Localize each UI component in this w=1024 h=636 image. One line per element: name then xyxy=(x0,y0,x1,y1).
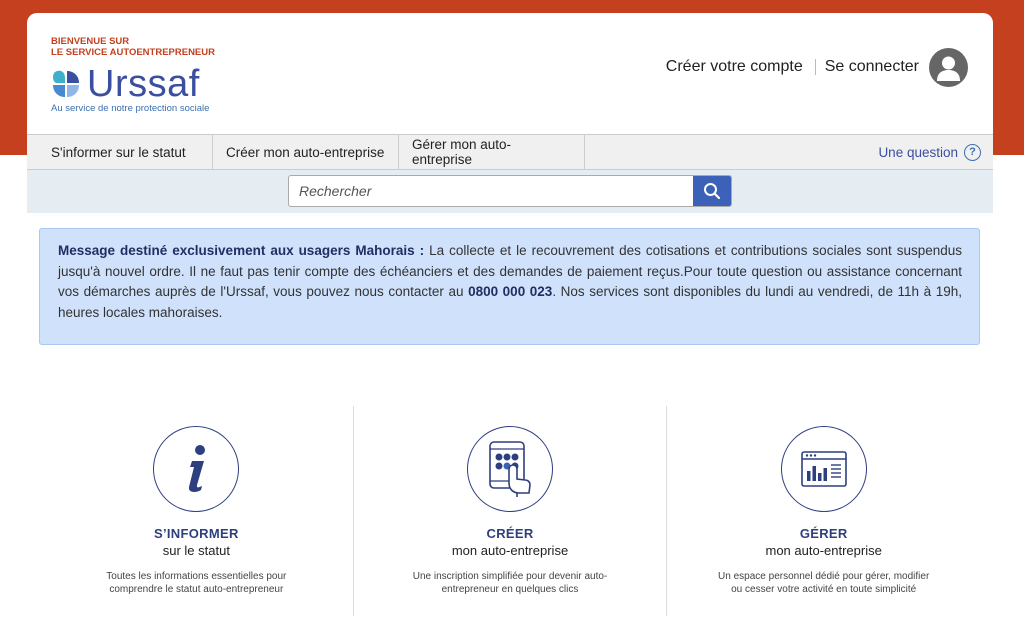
feature-section: S’INFORMER sur le statut Toutes les info… xyxy=(40,406,980,616)
header-card: BIENVENUE SUR LE SERVICE AUTOENTREPRENEU… xyxy=(27,13,993,213)
feature-description: Un espace personnel dédié pour gérer, mo… xyxy=(718,571,930,595)
feature-gerer[interactable]: GÉRER mon auto-entreprise Un espace pers… xyxy=(666,406,980,616)
nav-item-label: Créer mon auto-entreprise xyxy=(226,144,385,160)
nav-item-informer[interactable]: S'informer sur le statut xyxy=(27,135,213,169)
dashboard-chart-icon xyxy=(780,426,867,512)
brand-tagline: Au service de notre protection sociale xyxy=(51,103,210,114)
question-link[interactable]: Une question ? xyxy=(878,135,993,169)
search-bar xyxy=(27,170,993,213)
main-nav: S'informer sur le statut Créer mon auto-… xyxy=(27,134,993,170)
alert-lead: Message destiné exclusivement aux usager… xyxy=(58,243,425,258)
nav-item-gerer[interactable]: Gérer mon auto-entreprise xyxy=(399,135,585,169)
welcome-line-1: BIENVENUE SUR xyxy=(51,36,130,47)
mahorais-alert: Message destiné exclusivement aux usager… xyxy=(39,228,980,345)
user-avatar-icon[interactable] xyxy=(929,47,968,87)
search-icon xyxy=(704,183,721,200)
feature-description: Une inscription simplifiée pour devenir … xyxy=(412,571,608,595)
account-separator xyxy=(814,59,816,75)
search-button[interactable] xyxy=(693,176,731,206)
search-input[interactable] xyxy=(289,176,693,206)
feature-title: S’INFORMER xyxy=(154,526,239,541)
login-link[interactable]: Se connecter xyxy=(825,58,919,76)
feature-creer[interactable]: CRÉER mon auto-entreprise Une inscriptio… xyxy=(352,406,667,616)
brand-name: Urssaf xyxy=(87,63,200,105)
site-header: BIENVENUE SUR LE SERVICE AUTOENTREPRENEU… xyxy=(27,13,993,134)
feature-subtitle: mon auto-entreprise xyxy=(451,543,569,558)
feature-subtitle: sur le statut xyxy=(162,543,230,558)
feature-subtitle: mon auto-entreprise xyxy=(765,543,882,558)
welcome-line-2: LE SERVICE AUTOENTREPRENEUR xyxy=(51,47,215,58)
alert-phone: 0800 000 023 xyxy=(468,284,553,299)
feature-informer[interactable]: S’INFORMER sur le statut Toutes les info… xyxy=(40,406,353,616)
question-icon: ? xyxy=(964,143,981,161)
welcome-text: BIENVENUE SUR LE SERVICE AUTOENTREPRENEU… xyxy=(51,36,215,58)
feature-title: GÉRER xyxy=(799,526,848,541)
feature-description: Toutes les informations essentielles pou… xyxy=(106,571,287,595)
nav-item-creer[interactable]: Créer mon auto-entreprise xyxy=(213,135,399,169)
account-links: Créer votre compte Se connecter xyxy=(666,47,968,87)
feature-title: CRÉER xyxy=(486,526,534,541)
nav-item-label: Gérer mon auto-entreprise xyxy=(412,137,512,167)
create-account-link[interactable]: Créer votre compte xyxy=(666,58,803,76)
search-box xyxy=(288,175,732,207)
question-label: Une question xyxy=(878,144,958,160)
info-icon xyxy=(153,426,240,512)
urssaf-logo-mark-icon xyxy=(53,70,79,97)
tablet-touch-icon xyxy=(467,426,553,512)
nav-item-label: S'informer sur le statut xyxy=(51,144,186,160)
